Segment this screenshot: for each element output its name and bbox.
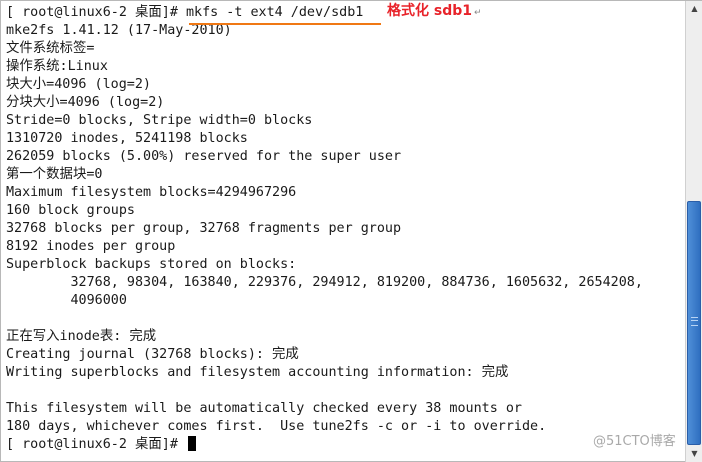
annotation-text: 格式化 sdb1 — [387, 3, 472, 19]
terminal-line-5: 块大小=4096 (log=2) — [6, 77, 151, 92]
terminal-line-18 — [6, 310, 682, 328]
terminal-line-16: 32768, 98304, 163840, 229376, 294912, 81… — [6, 275, 643, 290]
annotation-label: 格式化 sdb1 ↵ — [387, 2, 482, 22]
terminal-line-22 — [6, 382, 682, 400]
terminal-line-19: 正在写入inode表: 完成 — [6, 329, 157, 344]
scrollbar-thumb[interactable] — [687, 201, 701, 445]
terminal-line-20: Creating journal (32768 blocks): 完成 — [6, 347, 299, 362]
terminal-prompt-line[interactable]: [ root@linux6-2 桌面]# — [6, 436, 682, 454]
terminal-window[interactable]: [ root@linux6-2 桌面]# mkfs -t ext4 /dev/s… — [0, 0, 702, 462]
terminal-output[interactable]: [ root@linux6-2 桌面]# mkfs -t ext4 /dev/s… — [6, 4, 682, 459]
terminal-line-7: Stride=0 blocks, Stripe width=0 blocks — [6, 113, 313, 128]
terminal-line-13: 32768 blocks per group, 32768 fragments … — [6, 221, 402, 236]
terminal-line-9: 262059 blocks (5.00%) reserved for the s… — [6, 149, 402, 164]
terminal-line-15: Superblock backups stored on blocks: — [6, 257, 297, 272]
scroll-down-arrow-icon[interactable]: ▼ — [686, 446, 702, 462]
terminal-line-11: Maximum filesystem blocks=4294967296 — [6, 185, 297, 200]
command-underline-annotation — [189, 23, 381, 25]
terminal-line-21: Writing superblocks and filesystem accou… — [6, 365, 509, 380]
terminal-prompt: [ root@linux6-2 桌面]# — [6, 437, 186, 452]
scrollbar-grip-icon — [691, 317, 698, 326]
terminal-line-17: 4096000 — [6, 293, 127, 308]
terminal-line-6: 分块大小=4096 (log=2) — [6, 95, 165, 110]
terminal-line-10: 第一个数据块=0 — [6, 167, 103, 182]
vertical-scrollbar[interactable]: ▲ ▼ — [685, 1, 702, 462]
terminal-line-3: 文件系统标签= — [6, 41, 95, 56]
terminal-line-8: 1310720 inodes, 5241198 blocks — [6, 131, 248, 146]
return-mark-icon: ↵ — [474, 8, 482, 18]
terminal-cursor — [187, 436, 196, 451]
terminal-line-14: 8192 inodes per group — [6, 239, 176, 254]
terminal-line-12: 160 block groups — [6, 203, 135, 218]
terminal-line-4: 操作系统:Linux — [6, 59, 108, 74]
terminal-line-24: 180 days, whichever comes first. Use tun… — [6, 419, 547, 434]
watermark: @51CTO博客 — [593, 434, 676, 449]
scroll-up-arrow-icon[interactable]: ▲ — [686, 1, 702, 17]
terminal-line-1: [ root@linux6-2 桌面]# mkfs -t ext4 /dev/s… — [6, 5, 364, 20]
terminal-line-23: This filesystem will be automatically ch… — [6, 401, 522, 416]
